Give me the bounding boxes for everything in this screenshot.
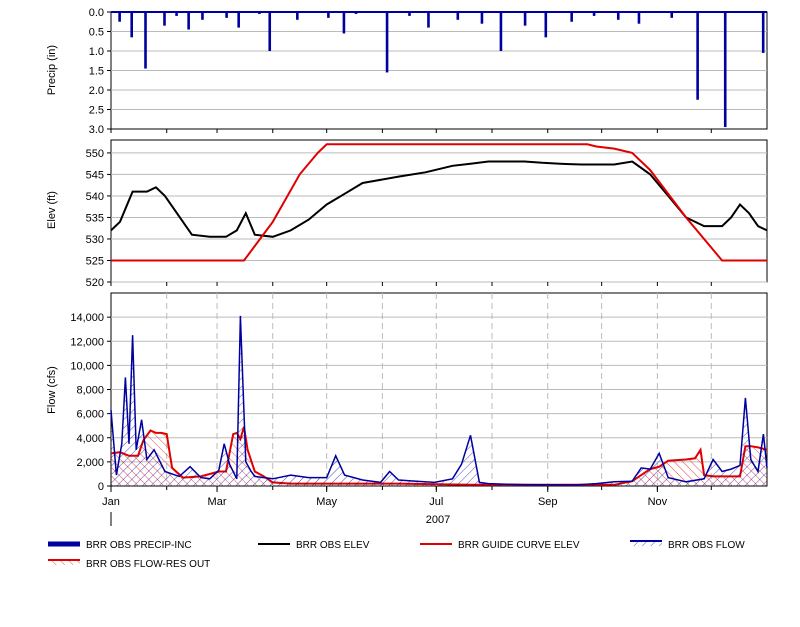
x-tick-label: Nov [648,496,668,508]
flow-axis-label: Flow (cfs) [46,366,58,414]
flow-tick-label: 6,000 [76,409,104,421]
precip-bar [723,12,727,128]
elev-tick-label: 535 [86,212,104,224]
precip-tick-label: 3.0 [89,124,104,136]
precip-tick-label: 2.5 [89,105,104,117]
legend-label: BRR OBS FLOW [668,540,745,551]
flow-tick-label: 8,000 [76,385,104,397]
hydrograph-chart: 0.0 0.5 1.0 1.5 2.0 2.5 3.0 Precip (in) 520 525… [46,7,768,570]
flow-tick-label: 12,000 [70,336,104,348]
x-tick-label: Jul [429,496,443,508]
x-tick-label: Sep [538,496,558,508]
precip-bar [616,12,620,20]
elev-tick-label: 545 [86,169,104,181]
legend-label: BRR GUIDE CURVE ELEV [458,540,580,551]
flow-tick-label: 10,000 [70,360,104,372]
precip-tick-label: 2.0 [89,85,104,97]
precip-bar [130,12,134,38]
precip-bar [385,12,389,73]
precip-bar [427,12,430,28]
elev-tick-label: 550 [86,148,104,160]
precip-bar [163,12,166,26]
precip-tick-label: 0.0 [89,7,104,19]
precip-bar [118,12,121,22]
flow-panel: 02,0004,0006,0008,00010,00012,00014,000 … [46,292,768,493]
precip-bar [187,12,190,30]
elev-axis-label: Elev (ft) [46,191,58,229]
elev-tick-label: 520 [86,277,104,289]
precip-bar [342,12,346,34]
flow-tick-label: 4,000 [76,433,104,445]
precip-axis-label: Precip (in) [46,45,58,95]
precip-tick-label: 1.0 [89,46,104,58]
precip-bar [544,12,548,38]
year-label: 2007 [426,514,450,526]
elev-panel: 520 525 530 535 540 545 550 Elev (ft) [46,139,768,289]
flow-tick-label: 0 [98,481,104,493]
precip-bar [296,12,299,20]
precip-bar [268,12,272,51]
precip-bar [499,12,503,51]
precip-tick-label: 0.5 [89,27,104,39]
precip-bar [480,12,484,24]
legend-label: BRR OBS FLOW-RES OUT [86,559,210,570]
precip-bar [456,12,460,20]
precip-tick-label: 1.5 [89,66,104,78]
legend-label: BRR OBS ELEV [296,540,370,551]
legend-label: BRR OBS PRECIP-INC [86,540,192,551]
precip-bar [144,12,147,69]
flow-tick-label: 2,000 [76,457,104,469]
precip-panel: 0.0 0.5 1.0 1.5 2.0 2.5 3.0 Precip (in) [46,7,768,136]
precip-bar [201,12,204,20]
precip-bar [761,12,765,53]
elev-tick-label: 540 [86,191,104,203]
precip-bar [570,12,573,22]
flow-tick-label: 14,000 [70,312,104,324]
elev-tick-label: 530 [86,234,104,246]
x-tick-label: Mar [208,496,227,508]
precip-bar [637,12,641,24]
precip-bar [696,12,699,100]
precip-bar [237,12,240,28]
x-tick-label: Jan [102,496,120,508]
elev-tick-label: 525 [86,255,104,267]
legend: BRR OBS PRECIP-INC BRR OBS ELEV BRR GUIDE … [48,540,745,570]
precip-bar [523,12,527,26]
x-tick-label: May [316,496,337,508]
